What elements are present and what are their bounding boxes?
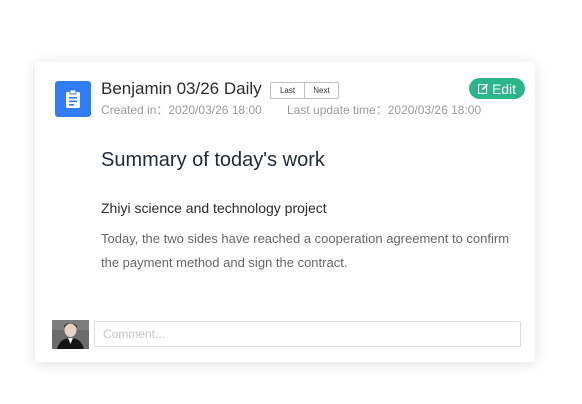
project-name: Zhiyi science and technology project [101,200,327,216]
summary-body: Today, the two sides have reached a coop… [101,231,510,270]
next-button[interactable]: Next [305,83,338,98]
daily-report-card: Benjamin 03/26 Daily Last Next Created i… [35,62,535,362]
last-button[interactable]: Last [271,83,305,98]
comment-input[interactable] [94,321,521,347]
edit-label: Edit [491,80,517,97]
edit-icon [478,83,489,94]
report-title: Benjamin 03/26 Daily [101,79,262,98]
clipboard-icon [55,81,91,117]
edit-button[interactable]: Edit [469,78,525,99]
created-time: Created in：2020/03/26 18:00 [101,103,262,117]
summary-heading: Summary of today's work [101,149,325,171]
updated-time: Last update time：2020/03/26 18:00 [287,103,482,117]
avatar [52,320,89,349]
report-nav: Last Next [270,82,339,99]
